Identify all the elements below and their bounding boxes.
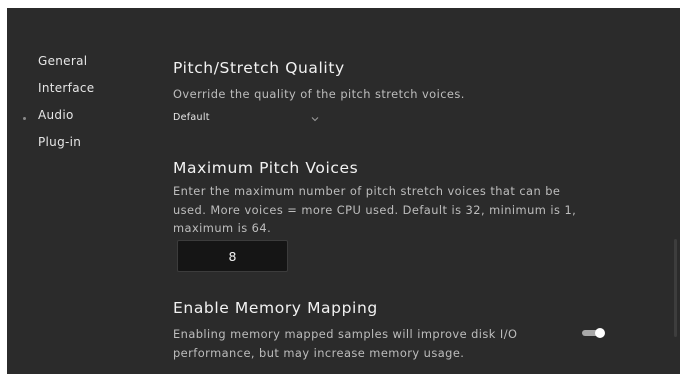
pitch-quality-value: Default [173,112,210,123]
sidebar-item-label: Plug-in [38,135,82,149]
description-line: maximum is 64. [173,221,272,235]
description-line: performance, but may increase memory usa… [173,345,465,360]
settings-content: Pitch/Stretch Quality Override the quali… [173,8,680,374]
sidebar-item-label: Audio [38,108,74,122]
max-voices-description: Enter the maximum number of pitch stretc… [173,182,576,238]
description-line: Enabling memory mapped samples will impr… [173,327,518,341]
description-line: used. More voices = more CPU used. Defau… [173,202,577,217]
memory-mapping-toggle[interactable] [582,328,605,338]
sidebar-item-interface[interactable]: Interface [38,81,94,95]
max-voices-input[interactable]: 8 [177,240,288,272]
memory-mapping-title: Enable Memory Mapping [173,299,378,317]
sidebar-item-label: General [38,54,88,68]
max-voices-title: Maximum Pitch Voices [173,159,359,177]
pitch-quality-select[interactable]: Default [173,112,323,128]
chevron-down-icon [311,114,319,125]
sidebar-item-label: Interface [38,81,95,95]
settings-window: General Interface Audio Plug-in Pitch/St… [7,8,680,374]
sidebar-item-general[interactable]: General [38,54,87,68]
settings-sidebar: General Interface Audio Plug-in [7,8,157,374]
pitch-quality-title: Pitch/Stretch Quality [173,59,345,77]
pitch-quality-description: Override the quality of the pitch stretc… [173,87,465,101]
sidebar-item-audio[interactable]: Audio [38,108,74,122]
description-line: Enter the maximum number of pitch stretc… [173,184,561,198]
toggle-knob [595,328,605,338]
memory-mapping-description: Enabling memory mapped samples will impr… [173,325,517,362]
sidebar-item-plugin[interactable]: Plug-in [38,135,81,149]
scrollbar[interactable] [674,239,677,337]
dot-icon [23,117,26,120]
